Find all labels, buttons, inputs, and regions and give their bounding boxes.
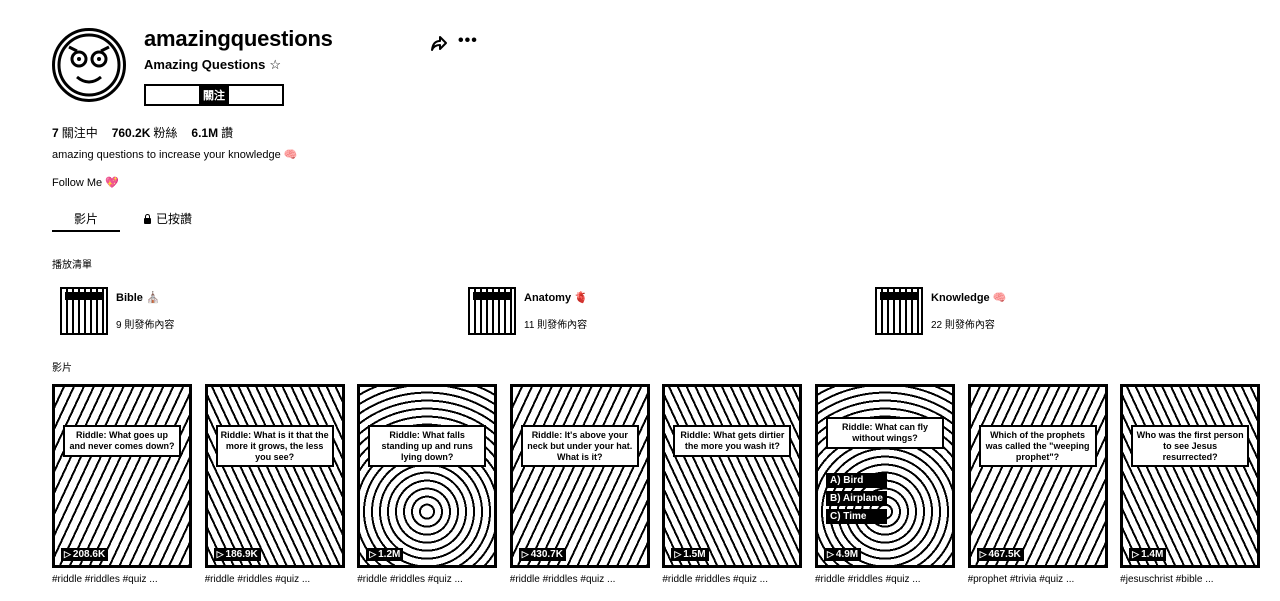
stat-followers[interactable]: 760.2K 粉絲 [112,124,178,141]
play-icon: ▷ [369,549,377,559]
view-count: ▷ 430.7K [518,548,566,561]
play-icon: ▷ [979,549,987,559]
play-icon: ▷ [1132,549,1140,559]
view-count: ▷ 1.4M [1129,548,1167,561]
playlist-thumbnail [60,287,108,335]
video-thumbnail[interactable]: Who was the first person to see Jesus re… [1120,384,1261,568]
display-name: Amazing Questions ☆ [144,57,281,73]
display-name-text: Amazing Questions [144,57,266,72]
video-card[interactable]: Riddle: What is it that the more it grow… [204,384,345,585]
bio: amazing questions to increase your knowl… [52,149,298,161]
video-thumbnail[interactable]: Riddle: It's above your neck but under y… [509,384,650,568]
question-text: Riddle: What goes up and never comes dow… [63,425,181,457]
video-card[interactable]: Who was the first person to see Jesus re… [1120,384,1261,585]
videos-heading: 影片 [52,363,72,374]
video-caption[interactable]: #prophet #trivia #quiz ... [968,574,1108,585]
view-count: ▷ 467.5K [976,548,1024,561]
video-thumbnail[interactable]: Riddle: What falls standing up and runs … [357,384,498,568]
video-caption[interactable]: #riddle #riddles #quiz ... [815,574,955,585]
view-count: ▷ 186.9K [213,548,261,561]
avatar[interactable] [52,28,126,102]
share-icon[interactable] [430,34,448,52]
tab-active-indicator [52,230,120,232]
profile-stats: 7 關注中 760.2K 粉絲 6.1M 讚 [52,124,233,141]
video-caption[interactable]: #riddle #riddles #quiz ... [52,574,192,585]
stat-following[interactable]: 7 關注中 [52,124,98,141]
play-icon: ▷ [674,549,682,559]
video-caption[interactable]: #riddle #riddles #quiz ... [357,574,497,585]
follow-button[interactable]: 關注 [144,84,284,106]
play-icon: ▷ [64,549,71,559]
answer-options: A) Bird B) Airplane C) Time [825,473,887,524]
tab-videos[interactable]: 影片 [74,210,98,227]
playlist-item[interactable]: Anatomy 🫀 11 則發佈內容 [468,287,588,335]
video-card[interactable]: Which of the prophets was called the "we… [967,384,1108,585]
profile-link[interactable]: Follow Me 💖 [52,176,119,189]
question-text: Who was the first person to see Jesus re… [1131,425,1250,468]
question-text: Riddle: What is it that the more it grow… [215,425,334,468]
playlist-count: 9 則發佈內容 [116,320,175,331]
question-text: Riddle: It's above your neck but under y… [520,425,639,468]
playlist-thumbnail [468,287,516,335]
follow-button-label: 關注 [199,86,229,104]
video-thumbnail[interactable]: Riddle: What is it that the more it grow… [204,384,345,568]
play-icon: ▷ [521,549,529,559]
play-icon: ▷ [216,549,224,559]
view-count: ▷ 4.9M [823,548,862,561]
playlist-item[interactable]: Knowledge 🧠 22 則發佈內容 [875,287,1006,335]
playlist-count: 22 則發佈內容 [931,320,995,331]
avatar-image [57,33,121,97]
video-thumbnail[interactable]: Riddle: What goes up and never comes dow… [52,384,192,568]
video-thumbnail[interactable]: Riddle: What can fly without wings? A) B… [814,384,955,568]
video-card[interactable]: Riddle: What falls standing up and runs … [357,384,498,585]
more-options-icon[interactable]: ••• [458,32,478,50]
answer-option: B) Airplane [825,491,887,506]
video-caption[interactable]: #riddle #riddles #quiz ... [205,574,345,585]
profile-tabs: 影片 已按讚 [52,206,372,232]
playlist-thumbnail [875,287,923,335]
video-card[interactable]: Riddle: What goes up and never comes dow… [52,384,192,585]
question-text: Which of the prophets was called the "we… [978,425,1097,468]
video-card[interactable]: Riddle: What gets dirtier the more you w… [662,384,803,585]
video-thumbnail[interactable]: Riddle: What gets dirtier the more you w… [662,384,803,568]
question-text: Riddle: What falls standing up and runs … [368,425,487,468]
question-text: Riddle: What gets dirtier the more you w… [673,425,792,457]
video-caption[interactable]: #riddle #riddles #quiz ... [662,574,802,585]
playlist-title: Knowledge 🧠 [931,292,1007,304]
video-card[interactable]: Riddle: What can fly without wings? A) B… [814,384,955,585]
tab-liked[interactable]: 已按讚 [144,210,192,227]
view-count: ▷ 208.6K [61,548,109,561]
answer-option: C) Time [825,509,887,524]
lock-icon [144,214,151,224]
view-count: ▷ 1.2M [366,548,404,561]
tab-liked-label: 已按讚 [156,212,193,226]
play-icon: ▷ [826,549,834,559]
playlist-count: 11 則發佈內容 [524,320,588,331]
video-caption[interactable]: #jesuschrist #bible ... [1120,574,1260,585]
playlist-item[interactable]: Bible ⛪ 9 則發佈內容 [60,287,174,335]
star-icon: ☆ [269,57,282,72]
video-thumbnail[interactable]: Which of the prophets was called the "we… [967,384,1108,568]
playlists-heading: 播放清單 [52,260,92,271]
playlist-title: Bible ⛪ [116,292,160,304]
answer-option: A) Bird [825,473,887,488]
stat-likes: 6.1M 讚 [191,126,234,140]
video-caption[interactable]: #riddle #riddles #quiz ... [510,574,650,585]
video-card[interactable]: Riddle: It's above your neck but under y… [509,384,650,585]
video-grid: Riddle: What goes up and never comes dow… [52,384,1261,585]
view-count: ▷ 1.5M [671,548,709,561]
playlist-title: Anatomy 🫀 [524,292,588,304]
question-text: Riddle: What can fly without wings? [825,417,944,449]
username: amazingquestions [144,26,333,51]
